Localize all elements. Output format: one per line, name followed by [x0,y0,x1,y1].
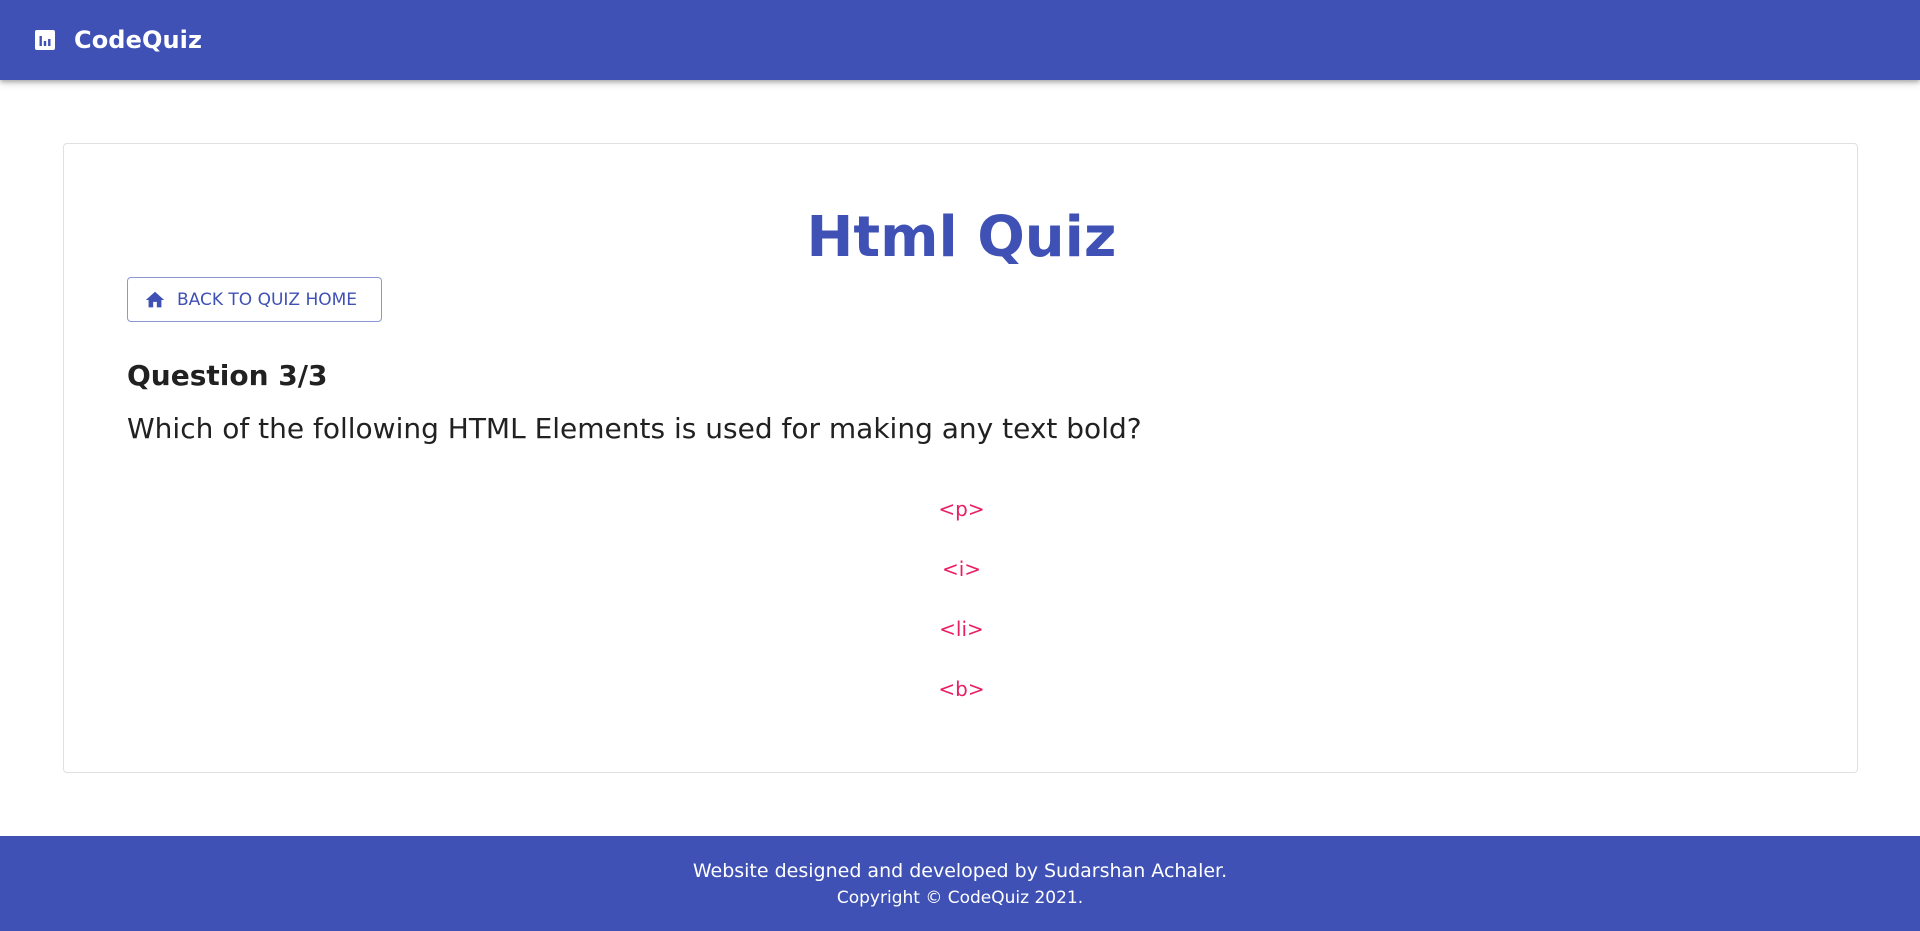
app-bar: CodeQuiz [0,0,1920,80]
footer: Website designed and developed by Sudars… [0,836,1920,931]
question-text: Which of the following HTML Elements is … [127,412,1142,445]
footer-credit: Website designed and developed by Sudars… [692,860,1228,882]
bar-chart-icon [32,27,58,53]
footer-copyright: Copyright © CodeQuiz 2021. [836,888,1084,908]
back-button-label: BACK TO QUIZ HOME [177,289,358,310]
answer-option-4[interactable]: <b> [64,674,1859,734]
question-counter: Question 3/3 [127,359,328,392]
quiz-title: Html Quiz [806,205,1117,270]
home-icon [144,289,166,311]
answer-option-1[interactable]: <p> [64,494,1859,554]
answer-option-2[interactable]: <i> [64,554,1859,614]
answer-options: <p> <i> <li> <b> [64,494,1859,734]
back-to-quiz-home-button[interactable]: BACK TO QUIZ HOME [127,277,382,322]
app-title[interactable]: CodeQuiz [74,26,202,54]
answer-option-3[interactable]: <li> [64,614,1859,674]
quiz-card: Html Quiz BACK TO QUIZ HOME Question 3/3… [63,143,1858,773]
